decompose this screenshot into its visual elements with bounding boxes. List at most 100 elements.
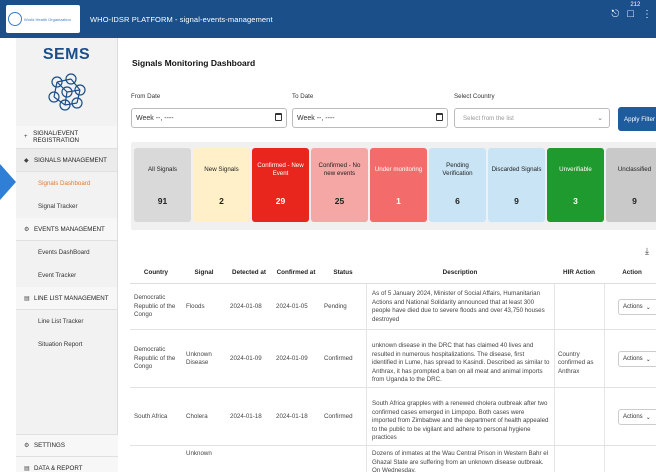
column-divider	[554, 388, 555, 446]
apply-filter-button[interactable]: Apply Filter	[618, 107, 656, 131]
status-card-value: 29	[275, 196, 286, 206]
table-cell-country: Democratic Republic of the Congo	[134, 294, 176, 319]
status-card-label: Confirmed - No new events	[318, 162, 361, 177]
sidebar-item-label: SIGNALS MANAGEMENT	[34, 156, 107, 164]
sidebar-item-signals-management[interactable]: ◆ SIGNALS MANAGEMENT	[16, 149, 117, 172]
status-card-label: Discarded Signals	[491, 166, 542, 173]
status-card-label: Confirmed - New Event	[257, 162, 304, 177]
page-title: Signals Monitoring Dashboard	[132, 58, 256, 68]
main-content: Signals Monitoring Dashboard From Date W…	[118, 38, 656, 472]
sidebar-item-label: DATA & REPORT	[34, 464, 83, 472]
table-cell-description: South Africa grapples with a renewed cho…	[372, 400, 549, 441]
table-cell-confirmed: 2024-01-05	[276, 302, 308, 310]
chevron-down-icon: ⌄	[645, 304, 651, 311]
table-cell-hir-action: Country confirmed as Anthrax	[558, 350, 594, 375]
sidebar-item-situation-report[interactable]: Situation Report	[16, 333, 117, 356]
download-icon[interactable]: ⤓	[645, 246, 649, 257]
status-card[interactable]: Unverifiable 3	[547, 148, 604, 222]
calendar-icon	[275, 113, 282, 121]
table-cell-description: As of 5 January 2024, Minister of Social…	[372, 290, 545, 323]
menu-icon[interactable]: ⋮	[642, 9, 652, 20]
status-card-value: 2	[219, 196, 224, 206]
country-placeholder: Select from the list	[463, 114, 514, 122]
status-card[interactable]: Pending Verification 6	[429, 148, 486, 222]
sidebar-item-events-dashboard[interactable]: Events DashBoard	[16, 241, 117, 264]
status-card[interactable]: Discarded Signals 9	[488, 148, 545, 222]
sidebar-item-label: SETTINGS	[34, 442, 65, 449]
table-cell-country: Democratic Republic of the Congo	[134, 346, 176, 371]
status-card[interactable]: New Signals 2	[193, 148, 250, 222]
actions-label: Actions	[623, 356, 643, 362]
sidebar-item-settings[interactable]: ⚙ SETTINGS	[16, 434, 118, 457]
column-header: HIR Action	[563, 268, 595, 276]
network-logo-icon	[16, 70, 117, 114]
sidebar-item-event-tracker[interactable]: Event Tracker	[16, 264, 117, 287]
who-logo: World Health Organization	[6, 5, 80, 33]
status-card[interactable]: Confirmed - New Event 29	[252, 148, 309, 222]
table-cell-signal: Unknown	[186, 450, 212, 457]
gear-icon: ⚙	[24, 226, 30, 233]
sidebar-item-line-list-tracker[interactable]: Line List Tracker	[16, 310, 117, 333]
chevron-down-icon: ⌄	[645, 356, 651, 363]
status-card[interactable]: Confirmed - No new events 25	[311, 148, 368, 222]
status-card-label: Under monitoring	[374, 166, 423, 173]
column-divider	[366, 388, 367, 446]
status-card-label: All Signals	[148, 166, 177, 173]
table-cell-description: Dozens of inmates at the Wau Central Pri…	[372, 450, 549, 472]
plus-icon: +	[24, 134, 28, 140]
sidebar-item-signal-event-registration[interactable]: + SIGNAL/EVENT REGISTRATION	[16, 126, 117, 149]
status-card[interactable]: Under monitoring 1	[370, 148, 427, 222]
status-cards: All Signals 91 New Signals 2 Confirmed - New…	[131, 142, 656, 230]
from-date-value: Week --, ----	[136, 114, 174, 122]
actions-label: Actions	[623, 304, 643, 310]
status-card-value: 6	[455, 196, 460, 206]
table-cell-signal: Unknown Disease	[186, 350, 212, 367]
diamond-icon: ◆	[24, 157, 29, 164]
column-header: Status	[333, 268, 353, 276]
sidebar-item-data-report[interactable]: ▤ DATA & REPORT	[16, 457, 118, 472]
column-divider	[554, 446, 555, 472]
actions-dropdown-button[interactable]: Actions ⌄	[618, 351, 656, 367]
column-divider	[366, 446, 367, 472]
pointer-arrow-icon	[0, 164, 16, 200]
sidebar-item-events-management[interactable]: ⚙ EVENTS MANAGEMENT	[16, 218, 117, 241]
table-cell-description: unknown disease in the DRC that has clai…	[372, 342, 550, 383]
column-header: Confirmed at	[276, 268, 316, 276]
table-cell-country: South Africa	[134, 412, 168, 420]
table-cell-signal: Floods	[186, 302, 205, 310]
table-cell-status: Pending	[324, 302, 347, 310]
status-card-value: 1	[396, 196, 401, 206]
status-card-value: 9	[514, 196, 519, 206]
share-icon[interactable]: ⎋	[611, 9, 619, 20]
status-card-label: Pending Verification	[442, 162, 473, 177]
from-date-input[interactable]: Week --, ----	[131, 108, 287, 128]
status-card[interactable]: Unclassified 9	[606, 148, 656, 222]
column-divider	[366, 284, 367, 330]
actions-dropdown-button[interactable]: Actions ⌄	[618, 299, 656, 315]
to-date-input[interactable]: Week --, ----	[292, 108, 448, 128]
status-card[interactable]: All Signals 91	[134, 148, 191, 222]
status-card-label: Unverifiable	[559, 166, 592, 173]
calendar-icon	[436, 113, 443, 121]
table-row[interactable]: Democratic Republic of the Congo Floods 20…	[130, 284, 656, 330]
table-cell-confirmed: 2024-01-09	[276, 354, 308, 362]
bell-icon: □	[627, 8, 634, 20]
table-row[interactable]: South Africa Cholera 2024-01-18 2024-01-18 C…	[130, 388, 656, 446]
column-divider	[604, 284, 605, 330]
table-cell-status: Confirmed	[324, 412, 353, 420]
chevron-down-icon: ⌄	[597, 115, 603, 122]
table-row[interactable]: Unknown Dozens of inmates at the Wau Cent…	[130, 446, 656, 472]
to-date-label: To Date	[292, 93, 314, 100]
actions-dropdown-button[interactable]: Actions ⌄	[618, 409, 656, 425]
brand-name: SEMS	[42, 46, 91, 63]
sidebar-item-signal-tracker[interactable]: Signal Tracker	[16, 195, 117, 218]
notifications-button[interactable]: □ 212	[627, 2, 640, 20]
table-cell-detected: 2024-01-08	[230, 302, 262, 310]
top-bar: World Health Organization WHO-IDSR PLATF…	[0, 0, 656, 38]
country-select[interactable]: Select from the list ⌄	[454, 108, 610, 128]
sidebar-item-line-list-management[interactable]: ▤ LINE LIST MANAGEMENT	[16, 287, 117, 310]
sidebar-item-signals-dashboard[interactable]: Signals Dashboard	[16, 172, 117, 195]
status-card-value: 91	[157, 196, 168, 206]
column-divider	[366, 330, 367, 388]
table-row[interactable]: Democratic Republic of the Congo Unknown …	[130, 330, 656, 388]
